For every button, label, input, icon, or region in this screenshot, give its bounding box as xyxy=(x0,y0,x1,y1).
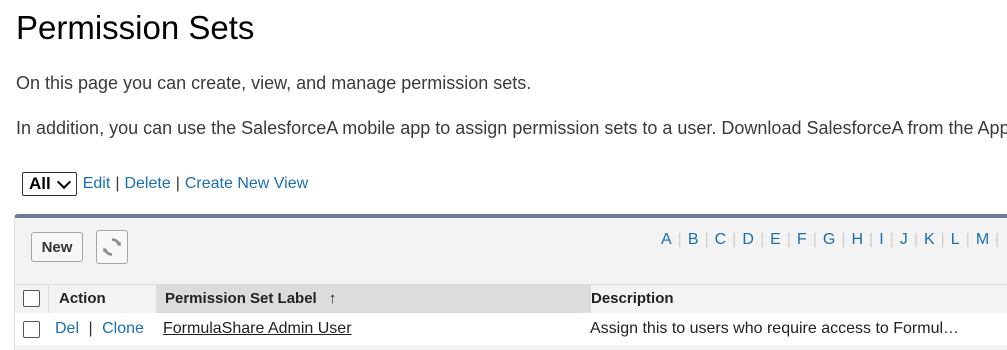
alphabet-letter-e[interactable]: E xyxy=(770,231,781,249)
intro-text: On this page you can create, view, and m… xyxy=(16,73,532,93)
alphabet-letter-f[interactable]: F xyxy=(797,231,807,249)
column-header-action: Action xyxy=(59,290,106,307)
column-header-description: Description xyxy=(591,290,674,307)
list-panel: New A | B | C | D | E | F | G | H | I | J | K | L | M | Action Pe… xyxy=(14,214,1007,350)
view-select[interactable]: All xyxy=(22,172,77,196)
table-row: Del | Clone FormulaShare Admin User Assi… xyxy=(15,313,1007,345)
alphabet-letter-h[interactable]: H xyxy=(851,231,863,249)
table-header: Action Permission Set Label ↑ Descriptio… xyxy=(15,284,1007,314)
description-cell: Assign this to users who require access … xyxy=(590,320,960,337)
refresh-button[interactable] xyxy=(96,230,128,264)
del-link[interactable]: Del xyxy=(55,320,79,337)
permission-set-link[interactable]: FormulaShare Admin User xyxy=(163,320,352,337)
column-header-label-text: Permission Set Label xyxy=(165,290,317,307)
column-header-permission-set-label[interactable]: Permission Set Label ↑ xyxy=(156,285,591,313)
alphabet-letter-d[interactable]: D xyxy=(742,231,754,249)
refresh-icon xyxy=(103,238,121,256)
sort-ascending-icon: ↑ xyxy=(328,290,337,307)
edit-view-link[interactable]: Edit xyxy=(83,175,111,193)
alphabet-separator: | xyxy=(759,231,765,248)
alphabet-letter-g[interactable]: G xyxy=(823,231,835,249)
separator: | xyxy=(115,175,120,192)
alphabet-separator: | xyxy=(704,231,709,248)
delete-view-link[interactable]: Delete xyxy=(124,175,170,193)
alphabet-letter-i[interactable]: I xyxy=(879,231,883,249)
alphabet-letter-a[interactable]: A xyxy=(661,231,672,249)
row-actions: Del | Clone xyxy=(55,313,144,345)
alphabet-separator: | xyxy=(965,231,970,248)
alphabet-letter-j[interactable]: J xyxy=(900,231,908,249)
alphabet-separator: | xyxy=(869,231,874,248)
alphabet-filter: A | B | C | D | E | F | G | H | I | J | K | L | M | xyxy=(661,231,1005,249)
alphabet-separator: | xyxy=(786,231,791,248)
permission-set-label-cell: FormulaShare Admin User xyxy=(163,313,352,345)
alphabet-separator: | xyxy=(841,231,846,248)
separator: | xyxy=(175,175,180,192)
alphabet-separator: | xyxy=(889,231,894,248)
alphabet-separator: | xyxy=(677,231,682,248)
alphabet-letter-c[interactable]: C xyxy=(715,231,727,249)
alphabet-separator: | xyxy=(995,231,1000,248)
chevron-down-icon xyxy=(56,174,71,190)
alphabet-letter-l[interactable]: L xyxy=(951,231,960,249)
row-checkbox[interactable] xyxy=(23,321,40,338)
new-button[interactable]: New xyxy=(31,232,83,262)
alphabet-letter-m[interactable]: M xyxy=(976,231,989,249)
alphabet-letter-b[interactable]: B xyxy=(688,231,699,249)
view-select-value: All xyxy=(29,174,51,193)
create-new-view-link[interactable]: Create New View xyxy=(185,175,308,193)
clone-link[interactable]: Clone xyxy=(102,320,144,337)
alphabet-separator: | xyxy=(940,231,945,248)
alphabet-separator: | xyxy=(732,231,737,248)
alphabet-letter-k[interactable]: K xyxy=(924,231,935,249)
page-title: Permission Sets xyxy=(16,9,255,46)
view-bar: All Edit | Delete | Create New View xyxy=(22,172,308,196)
alphabet-separator: | xyxy=(812,231,817,248)
addition-text: In addition, you can use the SalesforceA… xyxy=(16,118,1007,138)
separator: | xyxy=(88,320,93,337)
alphabet-separator: | xyxy=(913,231,918,248)
select-all-checkbox[interactable] xyxy=(23,290,40,307)
